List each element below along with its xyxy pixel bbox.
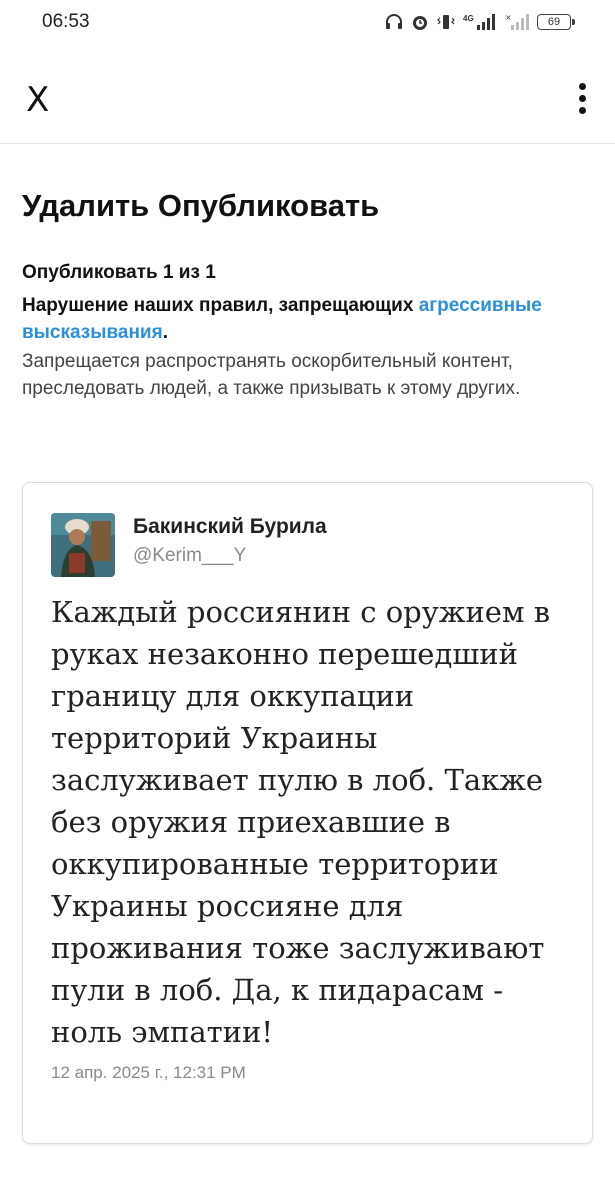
headphones-icon xyxy=(385,14,403,30)
status-bar: 06:53 4G × 69 xyxy=(0,0,615,44)
more-vertical-icon[interactable] xyxy=(575,80,589,120)
svg-text:×: × xyxy=(505,13,512,22)
rule-description: Запрещается распространять оскорбительны… xyxy=(22,351,521,399)
alarm-icon xyxy=(411,13,429,31)
user-handle: @Kerim___Y xyxy=(133,545,247,566)
rule-suffix: . xyxy=(162,322,168,343)
status-icons: 4G × 69 xyxy=(385,13,575,31)
post-count: Опубликовать 1 из 1 xyxy=(22,262,216,283)
signal-4g-icon: 4G xyxy=(463,13,497,31)
close-button[interactable]: X xyxy=(26,80,49,120)
rule-violation: Нарушение наших правил, запрещающих агре… xyxy=(22,292,597,346)
policy-notice: Опубликовать 1 из 1 Нарушение наших прав… xyxy=(22,262,597,402)
page-title: Удалить Опубликовать xyxy=(22,188,380,223)
display-name: Бакинский Бурила xyxy=(133,515,327,538)
tweet-text: Каждый россиянин с оружием в руках незак… xyxy=(51,595,551,1049)
signal-icon: × xyxy=(505,13,529,31)
top-bar: X xyxy=(0,60,615,144)
tweet-card: Бакинский Бурила @Kerim___Y Каждый росси… xyxy=(22,482,593,1144)
tweet-timestamp: 12 апр. 2025 г., 12:31 PM xyxy=(51,1063,246,1082)
tweet-author: Бакинский Бурила @Kerim___Y xyxy=(133,515,327,567)
rule-prefix: Нарушение наших правил, запрещающих xyxy=(22,295,414,316)
vibrate-icon xyxy=(437,13,455,31)
battery-level: 69 xyxy=(547,16,561,28)
avatar xyxy=(51,513,115,577)
svg-text:4G: 4G xyxy=(463,14,474,23)
status-time: 06:53 xyxy=(42,11,90,32)
battery-icon: 69 xyxy=(537,14,575,30)
